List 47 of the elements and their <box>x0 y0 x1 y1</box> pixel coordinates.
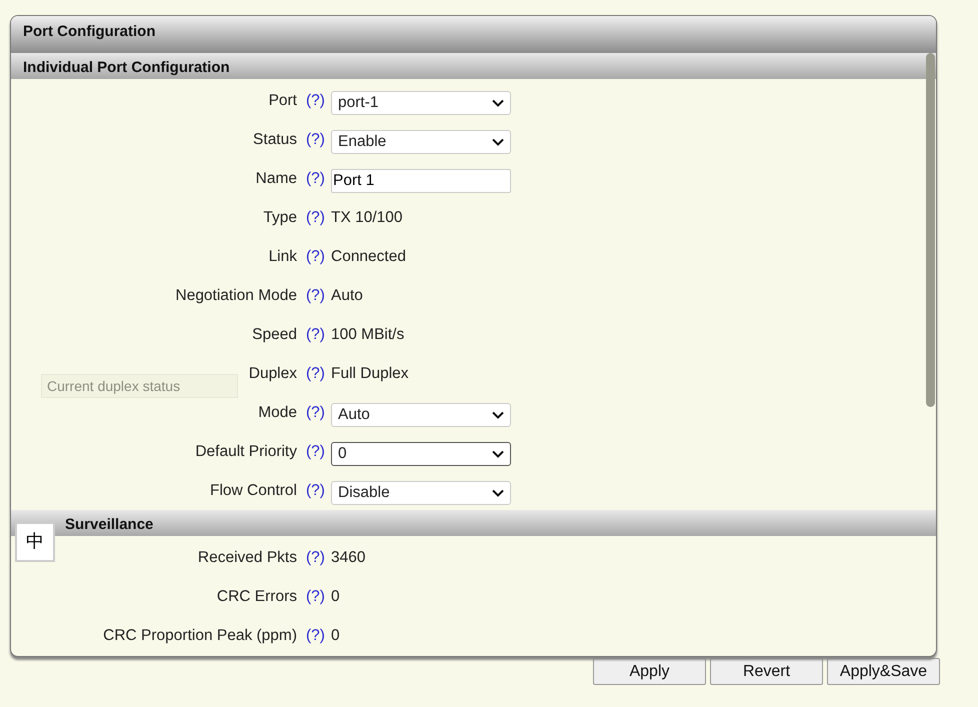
help-link[interactable]: (?) <box>306 208 334 226</box>
field-label: Type <box>263 208 297 226</box>
field-label: Negotiation Mode <box>176 286 297 304</box>
help-link[interactable]: (?) <box>306 482 334 500</box>
field-label: Mode <box>258 404 297 422</box>
field-label: Duplex <box>248 364 297 382</box>
chevron-icon <box>492 410 504 418</box>
field-label: Name <box>256 170 297 188</box>
dropdown[interactable]: Disable <box>331 480 511 504</box>
help-link[interactable]: (?) <box>306 404 334 422</box>
field-label: Status <box>253 130 297 148</box>
field-value: Auto <box>331 286 363 304</box>
help-link[interactable]: (?) <box>306 442 334 460</box>
field-value: 3460 <box>331 548 366 566</box>
field-value: Connected <box>331 248 406 266</box>
field-value: Full Duplex <box>331 364 409 382</box>
field-value: 100 MBit/s <box>331 326 404 344</box>
action-button[interactable]: Apply <box>593 658 706 685</box>
chevron-icon <box>492 450 504 458</box>
field-label: Speed <box>252 326 297 344</box>
field-value: 0 <box>331 626 340 644</box>
scrollbar[interactable] <box>926 53 935 407</box>
field-label: Port <box>268 92 297 110</box>
dropdown[interactable]: Auto <box>331 402 511 426</box>
action-button[interactable]: Revert <box>710 658 823 685</box>
chevron-icon <box>492 488 504 496</box>
field-label: Default Priority <box>195 442 297 460</box>
tooltip: Current duplex status <box>41 374 238 398</box>
dropdown[interactable]: Enable <box>331 130 511 154</box>
field-label: Link <box>268 248 297 266</box>
dropdown[interactable]: port-1 <box>331 90 511 114</box>
chevron-icon <box>492 98 504 106</box>
help-link[interactable]: (?) <box>306 130 334 148</box>
chevron-icon <box>492 138 504 146</box>
field-value: TX 10/100 <box>331 208 403 226</box>
field-value: 0 <box>331 588 340 606</box>
field-label: Received Pkts <box>198 548 297 566</box>
dropdown[interactable]: 0 <box>331 442 511 466</box>
field-label: CRC Errors <box>216 588 297 606</box>
field-label: Flow Control <box>210 482 297 500</box>
help-link[interactable]: (?) <box>306 170 334 188</box>
field-label: CRC Proportion Peak (ppm) <box>103 626 297 644</box>
input-field[interactable]: Port 1 <box>331 168 511 192</box>
section-header: Individual Port Configuration <box>11 53 936 79</box>
panel-title: Port Configuration <box>11 16 936 53</box>
help-link[interactable]: (?) <box>306 92 334 110</box>
action-button[interactable]: Apply&Save <box>827 658 940 685</box>
